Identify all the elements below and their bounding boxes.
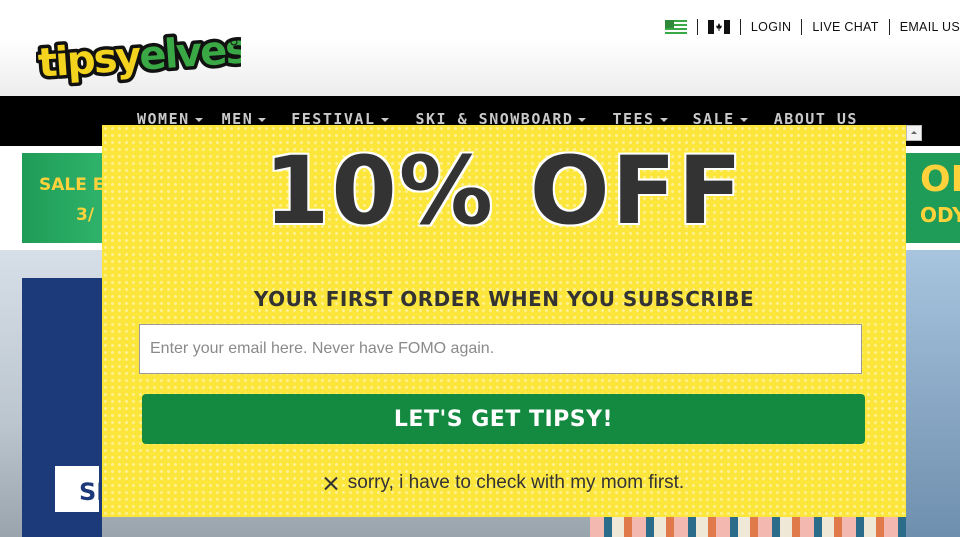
decline-link[interactable]: sorry, i have to check with my mom first… [102, 472, 906, 494]
caret-down-icon [739, 118, 748, 122]
promo-text: 3/ [76, 205, 95, 225]
get-tipsy-button[interactable]: LET'S GET TIPSY! [142, 394, 865, 444]
caret-down-icon [578, 118, 587, 122]
subscribe-subhead: YOUR FIRST ORDER WHEN YOU SUBSCRIBE [253, 287, 755, 311]
site-header: tipsyelves LOGIN LIVE CHAT EMAIL US [0, 0, 960, 96]
canada-flag-icon[interactable] [707, 20, 730, 34]
promo-text: OF [920, 159, 960, 200]
decline-label: sorry, i have to check with my mom first… [347, 472, 685, 493]
promo-text: SALE E [39, 175, 105, 195]
top-utility-links: LOGIN LIVE CHAT EMAIL US [664, 18, 960, 36]
email-us-link[interactable]: EMAIL US [900, 20, 960, 34]
caret-down-icon [659, 118, 668, 122]
svg-text:tipsyelves: tipsyelves [37, 26, 241, 86]
us-flag-icon[interactable] [664, 20, 687, 34]
divider [696, 19, 698, 35]
scroll-up-icon[interactable] [906, 125, 922, 141]
caret-down-icon [194, 118, 203, 122]
sale-banner-left[interactable]: SALE E 3/ [22, 153, 104, 243]
hero-image-right [906, 250, 960, 537]
caret-down-icon [380, 118, 389, 122]
discount-headline: 10% OFF [263, 137, 745, 246]
subscribe-popup: 10% OFF YOUR FIRST ORDER WHEN YOU SUBSCR… [102, 125, 906, 517]
shop-button[interactable]: SH [52, 463, 116, 515]
caret-down-icon [258, 118, 267, 122]
close-icon[interactable] [324, 476, 338, 490]
login-link[interactable]: LOGIN [751, 20, 791, 34]
promo-text: ODY [920, 203, 960, 227]
tipsyelves-logo[interactable]: tipsyelves [36, 22, 241, 92]
divider [801, 19, 803, 35]
email-input[interactable] [139, 324, 862, 374]
live-chat-link[interactable]: LIVE CHAT [812, 20, 878, 34]
divider [739, 19, 741, 35]
sale-banner-right[interactable]: OF ODY [906, 153, 960, 243]
product-image [590, 517, 906, 537]
divider [888, 19, 890, 35]
